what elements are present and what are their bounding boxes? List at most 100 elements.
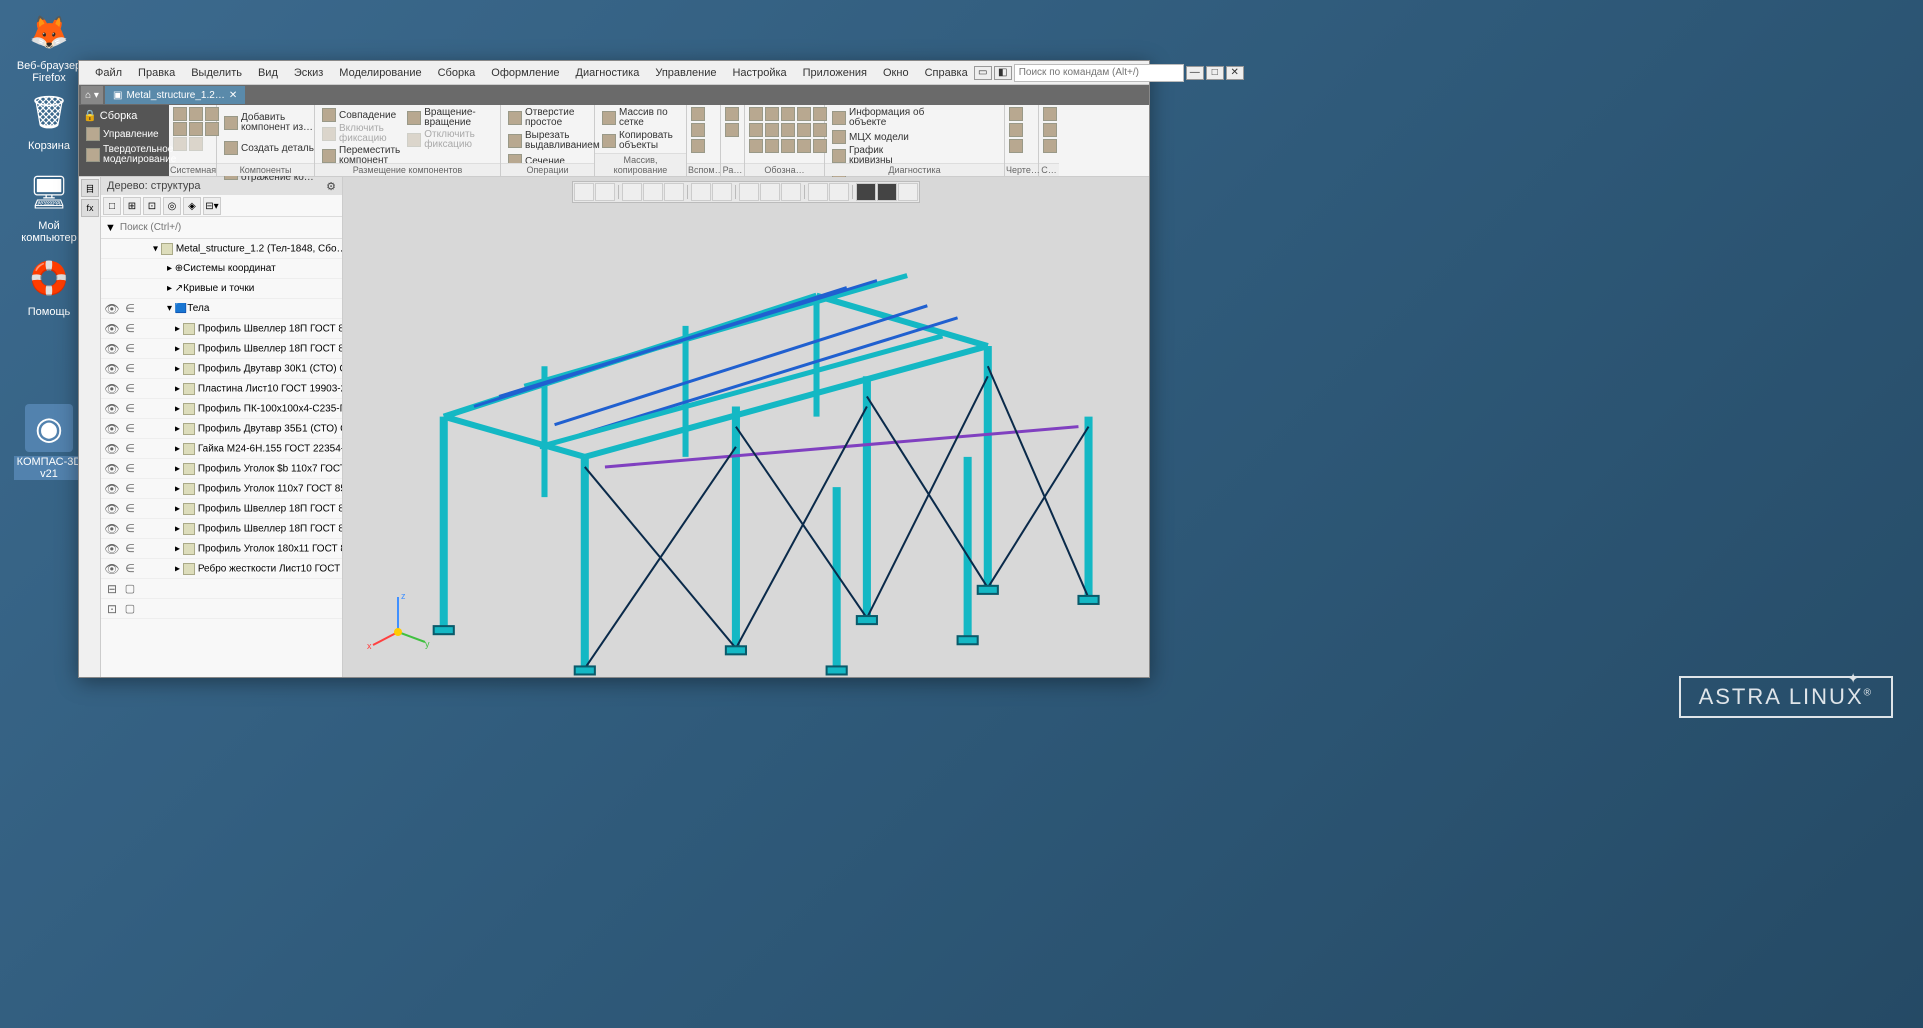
tree-row[interactable]: ▸ ⊕Системы координат bbox=[101, 259, 342, 279]
tree-row[interactable]: 👁∈▸ Профиль Швеллер 18П ГОСТ 82… bbox=[101, 319, 342, 339]
object-info-button[interactable]: Информация об объекте bbox=[829, 107, 927, 129]
tree-row[interactable]: 👁∈▸ Профиль Швеллер 18П ГОСТ 82… bbox=[101, 339, 342, 359]
tree-tb-6[interactable]: ⊟▾ bbox=[203, 197, 221, 215]
include-icon[interactable]: ∈ bbox=[121, 422, 139, 435]
tree-tb-3[interactable]: ⊡ bbox=[143, 197, 161, 215]
visibility-icon[interactable]: 👁 bbox=[103, 542, 121, 556]
vtb-1[interactable] bbox=[574, 183, 594, 201]
menu-item[interactable]: Сборка bbox=[432, 65, 482, 81]
menu-item[interactable]: Эскиз bbox=[288, 65, 329, 81]
tree-row[interactable]: ⊟▢ bbox=[101, 579, 342, 599]
menu-item[interactable]: Оформление bbox=[485, 65, 565, 81]
visibility-icon[interactable]: 👁 bbox=[103, 382, 121, 396]
visibility-icon[interactable]: 👁 bbox=[103, 462, 121, 476]
menu-item[interactable]: Файл bbox=[89, 65, 128, 81]
tree-row[interactable]: 👁∈▸ Профиль Швеллер 18П ГОСТ 82… bbox=[101, 519, 342, 539]
desktop-icon[interactable]: 🗑Корзина bbox=[14, 88, 84, 152]
minimize-button[interactable]: — bbox=[1186, 66, 1204, 80]
new-icon[interactable] bbox=[173, 107, 187, 121]
command-search-input[interactable] bbox=[1014, 64, 1184, 82]
coincidence-button[interactable]: Совпадение bbox=[319, 107, 403, 123]
ribbon-tab-sborka[interactable]: 🔒 Сборка Управление Твердотельное модели… bbox=[79, 105, 169, 176]
menu-item[interactable]: Управление bbox=[649, 65, 722, 81]
tree-row[interactable]: ▸ ↗Кривые и точки bbox=[101, 279, 342, 299]
include-icon[interactable]: ∈ bbox=[121, 342, 139, 355]
tree-tb-5[interactable]: ◈ bbox=[183, 197, 201, 215]
visibility-icon[interactable]: ⊡ bbox=[103, 602, 121, 616]
menu-item[interactable]: Приложения bbox=[797, 65, 873, 81]
hole-button[interactable]: Отверстие простое bbox=[505, 107, 603, 129]
maximize-button[interactable]: □ bbox=[1206, 66, 1224, 80]
tree-row[interactable]: 👁∈▸ Профиль Двутавр 30К1 (СТО) С… bbox=[101, 359, 342, 379]
tree-search-input[interactable] bbox=[120, 222, 338, 233]
rail-fx-icon[interactable]: fx bbox=[81, 199, 99, 217]
close-button[interactable]: ✕ bbox=[1226, 66, 1244, 80]
visibility-icon[interactable]: 👁 bbox=[103, 442, 121, 456]
cut-extrude-button[interactable]: Вырезать выдавливанием bbox=[505, 130, 603, 152]
menu-item[interactable]: Окно bbox=[877, 65, 915, 81]
visibility-icon[interactable]: ⊟ bbox=[103, 582, 121, 596]
tree-row[interactable]: 👁∈▸ Профиль Двутавр 35Б1 (СТО) С… bbox=[101, 419, 342, 439]
close-icon[interactable]: ✕ bbox=[229, 90, 237, 101]
tree-tb-1[interactable]: □ bbox=[103, 197, 121, 215]
desktop-icon[interactable]: 🦊Веб-браузер Firefox bbox=[14, 8, 84, 84]
include-icon[interactable]: ∈ bbox=[121, 502, 139, 515]
open-icon[interactable] bbox=[189, 107, 203, 121]
include-icon[interactable]: ∈ bbox=[121, 482, 139, 495]
visibility-icon[interactable]: 👁 bbox=[103, 302, 121, 316]
create-part-button[interactable]: Создать деталь bbox=[221, 140, 317, 156]
visibility-icon[interactable]: 👁 bbox=[103, 342, 121, 356]
tree-row[interactable]: 👁∈▸ Профиль ПК-100x100x4-C235-ГС… bbox=[101, 399, 342, 419]
include-icon[interactable]: ∈ bbox=[121, 442, 139, 455]
tree-row[interactable]: 👁∈▸ Гайка M24-6H.155 ГОСТ 22354-7… bbox=[101, 439, 342, 459]
filter-icon[interactable]: ▼ bbox=[105, 222, 116, 234]
visibility-icon[interactable]: 👁 bbox=[103, 522, 121, 536]
tree-row[interactable]: 👁∈▸ Ребро жесткости Лист10 ГОСТ 1… bbox=[101, 559, 342, 579]
menu-item[interactable]: Диагностика bbox=[570, 65, 646, 81]
viewport-3d[interactable]: z y x bbox=[343, 177, 1149, 677]
include-icon[interactable]: ∈ bbox=[121, 362, 139, 375]
desktop-icon[interactable]: 🖥Мой компьютер bbox=[14, 168, 84, 244]
include-icon[interactable]: ∈ bbox=[121, 562, 139, 575]
menu-item[interactable]: Моделирование bbox=[333, 65, 427, 81]
menu-item[interactable]: Выделить bbox=[185, 65, 248, 81]
array-grid-button[interactable]: Массив по сетке bbox=[599, 107, 676, 129]
add-component-button[interactable]: Добавить компонент из… bbox=[221, 107, 317, 139]
tree-tb-4[interactable]: ◎ bbox=[163, 197, 181, 215]
tree-row[interactable]: 👁∈▾ 🟦Тела bbox=[101, 299, 342, 319]
document-tab[interactable]: ▣ Metal_structure_1.2… ✕ bbox=[105, 86, 245, 104]
layout-btn-1[interactable]: ▭ bbox=[974, 66, 992, 80]
layout-btn-2[interactable]: ◧ bbox=[994, 66, 1012, 80]
include-icon[interactable]: ▢ bbox=[121, 602, 139, 615]
menu-item[interactable]: Вид bbox=[252, 65, 284, 81]
tree-row[interactable]: 👁∈▸ Профиль Швеллер 18П ГОСТ 82… bbox=[101, 499, 342, 519]
visibility-icon[interactable]: 👁 bbox=[103, 362, 121, 376]
include-icon[interactable]: ∈ bbox=[121, 402, 139, 415]
include-icon[interactable]: ∈ bbox=[121, 462, 139, 475]
include-icon[interactable]: ∈ bbox=[121, 302, 139, 315]
desktop-icon[interactable]: ◉КОМПАС-3D v21 bbox=[14, 404, 84, 480]
undo-icon[interactable] bbox=[173, 137, 187, 151]
include-icon[interactable]: ∈ bbox=[121, 522, 139, 535]
copy-objects-button[interactable]: Копировать объекты bbox=[599, 130, 676, 152]
rotation-button[interactable]: Вращение- вращение bbox=[404, 107, 478, 129]
filter-icon[interactable] bbox=[877, 183, 897, 201]
menu-item[interactable]: Правка bbox=[132, 65, 181, 81]
print-icon[interactable] bbox=[173, 122, 187, 136]
tree-row[interactable]: 👁∈▸ Профиль Уголок 110x7 ГОСТ 85… bbox=[101, 479, 342, 499]
enable-fix-button[interactable]: Включить фиксацию bbox=[319, 123, 403, 145]
vtb-2[interactable] bbox=[595, 183, 615, 201]
include-icon[interactable]: ∈ bbox=[121, 322, 139, 335]
rail-tree-icon[interactable]: 目 bbox=[81, 179, 99, 197]
include-icon[interactable]: ∈ bbox=[121, 542, 139, 555]
visibility-icon[interactable]: 👁 bbox=[103, 502, 121, 516]
tree-row[interactable]: 👁∈▸ Профиль Уголок 180x11 ГОСТ 8… bbox=[101, 539, 342, 559]
visibility-icon[interactable]: 👁 bbox=[103, 322, 121, 336]
visibility-icon[interactable]: 👁 bbox=[103, 422, 121, 436]
visibility-icon[interactable]: 👁 bbox=[103, 482, 121, 496]
tree-tb-2[interactable]: ⊞ bbox=[123, 197, 141, 215]
tree-row[interactable]: 👁∈▸ Пластина Лист10 ГОСТ 19903-2… bbox=[101, 379, 342, 399]
visibility-icon[interactable]: 👁 bbox=[103, 562, 121, 576]
menu-item[interactable]: Настройка bbox=[726, 65, 792, 81]
include-icon[interactable]: ∈ bbox=[121, 382, 139, 395]
